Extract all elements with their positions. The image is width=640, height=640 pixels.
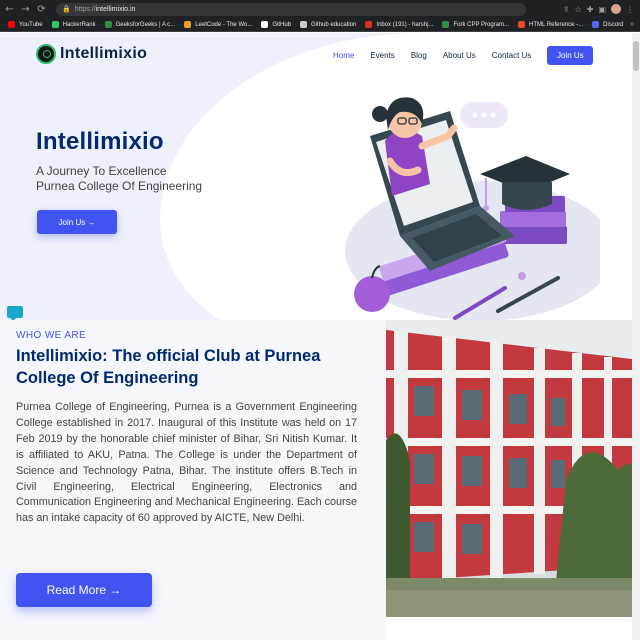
hero-join-us-button[interactable]: Join Us → [37, 210, 117, 234]
browser-toolbar: ← → ⟳ 🔒 https:// intellimixio.in ⇪ ☆ ✚ ▣… [0, 0, 640, 18]
bookmark-geeksforgeeks[interactable]: GeeksforGeeks | A c... [101, 18, 181, 32]
bookmark-star-icon[interactable]: ☆ [575, 5, 582, 14]
youtube-icon [8, 21, 15, 28]
nav-home[interactable]: Home [333, 51, 354, 60]
url-host: intellimixio.in [95, 5, 136, 13]
about-section: WHO WE ARE Intellimixio: The official Cl… [0, 320, 386, 640]
nav-blog[interactable]: Blog [411, 51, 427, 60]
chat-bubble-icon [460, 102, 508, 128]
nav-events[interactable]: Events [370, 51, 394, 60]
bookmarks-overflow-icon[interactable]: » [630, 21, 640, 28]
section-label: WHO WE ARE [16, 330, 87, 341]
bookmark-leetcode[interactable]: LeetCode - The Wo... [180, 18, 257, 32]
bookmark-github[interactable]: GitHub [257, 18, 296, 32]
hero-section: Intellimixio Home Events Blog About Us C… [0, 33, 632, 320]
bookmark-inbox[interactable]: Inbox (191) - harshj... [361, 18, 438, 32]
join-us-nav-button[interactable]: Join Us [547, 46, 594, 65]
about-title: Intellimixio: The official Club at Purne… [16, 347, 321, 387]
logo-power-icon [36, 44, 56, 64]
forward-icon[interactable]: → [19, 3, 32, 16]
hero-subtitle-line1: A Journey To Excellence [36, 164, 167, 178]
hero-title: Intellimixio [36, 128, 164, 155]
gfg-icon [104, 21, 112, 28]
logo-text: Intellimixio [60, 45, 148, 62]
reload-icon[interactable]: ⟳ [35, 3, 48, 16]
html-ref-icon [518, 21, 526, 28]
extensions-icon[interactable]: ✚ [587, 5, 594, 14]
leetcode-icon [184, 21, 192, 28]
bookmark-github-education[interactable]: Github education [296, 18, 361, 32]
bookmark-hackerrank[interactable]: HackerRank [48, 18, 101, 32]
nav-about-us[interactable]: About Us [443, 51, 476, 60]
page-scrollbar[interactable] [632, 33, 640, 640]
chat-widget-icon[interactable] [7, 306, 23, 321]
hero-subtitle-line2: Purnea College Of Engineering [36, 179, 203, 193]
lock-icon: 🔒 [62, 5, 71, 13]
bookmark-fork-cpp[interactable]: Fork CPP Program... [438, 18, 514, 32]
address-bar[interactable]: 🔒 https:// intellimixio.in [56, 2, 526, 16]
read-more-button[interactable]: Read More → [16, 573, 152, 607]
github-edu-icon [300, 21, 308, 28]
bookmark-youtube[interactable]: YouTube [4, 18, 48, 32]
gfg-icon [442, 21, 450, 28]
scrollbar-thumb[interactable] [633, 41, 639, 71]
hero-subtitle: A Journey To Excellence Purnea College O… [36, 164, 202, 194]
sidepanel-icon[interactable]: ▣ [598, 5, 606, 14]
hero-illustration [345, 97, 600, 320]
site-logo[interactable]: Intellimixio [36, 44, 147, 64]
about-body: Purnea College of Engineering, Purnea is… [16, 401, 357, 525]
nav-contact-us[interactable]: Contact Us [492, 51, 532, 60]
chrome-menu-icon[interactable]: ⋮ [626, 5, 634, 14]
page-viewport: Intellimixio Home Events Blog About Us C… [0, 33, 640, 640]
discord-icon [592, 21, 600, 28]
github-icon [261, 21, 269, 28]
hackerrank-icon [51, 21, 59, 28]
share-icon[interactable]: ⇪ [563, 5, 570, 14]
bookmark-html-reference[interactable]: HTML Reference -... [514, 18, 588, 32]
college-building-image [386, 320, 640, 617]
bookmark-discord[interactable]: Discord [588, 18, 628, 32]
url-scheme: https:// [74, 5, 96, 13]
gmail-icon [365, 21, 373, 28]
profile-avatar[interactable] [611, 4, 621, 14]
bookmarks-bar: YouTube HackerRank GeeksforGeeks | A c..… [0, 18, 640, 32]
back-icon[interactable]: ← [3, 3, 16, 16]
main-nav: Home Events Blog About Us Contact Us Joi… [333, 46, 594, 65]
